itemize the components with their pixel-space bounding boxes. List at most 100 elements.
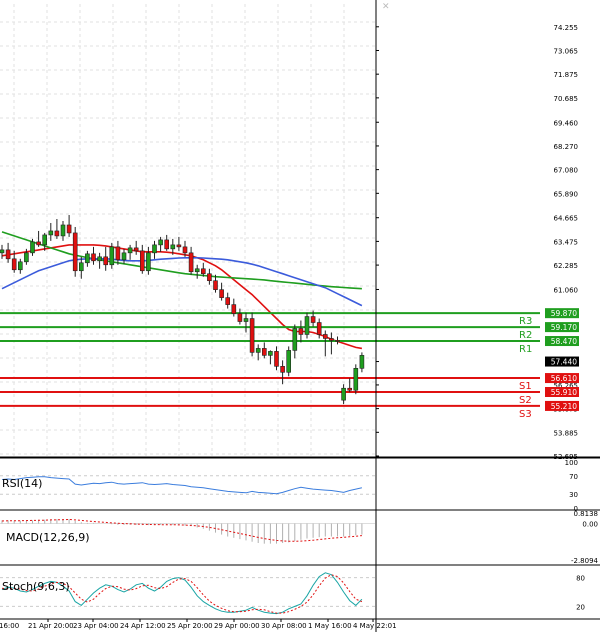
candle-body bbox=[0, 249, 5, 254]
candle-body bbox=[133, 247, 139, 252]
rsi-title: RSI(14) bbox=[2, 477, 42, 490]
candle-body bbox=[170, 244, 176, 250]
candle-body bbox=[353, 368, 359, 391]
level-price-tag-label: 55.210 bbox=[551, 402, 577, 411]
price-tick-label: 62.285 bbox=[554, 262, 579, 270]
time-tick-label: 30 Apr 08:00 bbox=[261, 622, 307, 630]
chart-canvas: R3R2R1S1S2S3 RSI(14)10070300MACD(12,26,9… bbox=[0, 0, 600, 632]
candle-body bbox=[42, 234, 48, 246]
candle-body bbox=[152, 244, 157, 254]
candle-body bbox=[188, 252, 194, 273]
candle-body bbox=[121, 252, 127, 261]
close-icon[interactable]: ✕ bbox=[382, 2, 390, 12]
candle-body bbox=[85, 253, 90, 264]
candle-body bbox=[207, 273, 212, 282]
level-name-label: R1 bbox=[519, 344, 532, 355]
level-price-tag-label: 56.610 bbox=[551, 374, 577, 383]
rsi-tick-label: 70 bbox=[569, 473, 578, 481]
candle-body bbox=[280, 366, 285, 373]
candle-body bbox=[97, 256, 102, 262]
candle-body bbox=[341, 387, 346, 401]
candle-body bbox=[182, 246, 188, 254]
candle-body bbox=[164, 239, 169, 250]
macd-tick-label: 0.00 bbox=[582, 521, 598, 529]
candle-body bbox=[292, 328, 298, 351]
candle-body bbox=[316, 322, 322, 335]
candle-body bbox=[66, 224, 72, 234]
current-price-label: 57.440 bbox=[551, 358, 577, 367]
candle-body bbox=[219, 289, 224, 298]
candle-body bbox=[115, 246, 121, 261]
candle-body bbox=[213, 280, 218, 290]
candle-body bbox=[231, 304, 237, 314]
level-price-tag-label: 58.470 bbox=[551, 337, 577, 346]
time-tick-label: 7 Apr 16:00 bbox=[0, 622, 19, 630]
price-tick-label: 64.665 bbox=[554, 215, 579, 223]
candle-body bbox=[11, 258, 17, 271]
level-name-label: R3 bbox=[519, 316, 532, 327]
candle-body bbox=[243, 318, 249, 322]
candle-body bbox=[237, 313, 243, 322]
candle-body bbox=[30, 241, 35, 254]
price-tick-label: 67.080 bbox=[554, 167, 579, 175]
time-tick-label: 21 Apr 20:00 bbox=[28, 622, 74, 630]
trading-chart: R3 R2 R1 S1 S2 S3 RSI(14) 100 70 30 0 MACD(12,26,9… bbox=[0, 0, 600, 632]
candle-body bbox=[17, 261, 23, 271]
macd-title: MACD(12,26,9) bbox=[6, 531, 90, 544]
stoch-tick-label: 80 bbox=[576, 575, 585, 583]
rsi-tick-label: 30 bbox=[569, 491, 578, 499]
candle-body bbox=[5, 249, 11, 260]
candle-body bbox=[194, 268, 200, 273]
candle-body bbox=[335, 340, 340, 342]
candle-body bbox=[329, 338, 334, 341]
candle-body bbox=[274, 351, 279, 367]
candle-body bbox=[72, 232, 78, 272]
level-name-label: S2 bbox=[519, 395, 532, 406]
candle-body bbox=[255, 348, 261, 353]
candle-body bbox=[109, 246, 115, 266]
price-tick-label: 53.885 bbox=[554, 429, 579, 437]
candle-body bbox=[158, 239, 163, 246]
candle-body bbox=[79, 262, 84, 272]
stoch-title: Stoch(9,6,3) bbox=[2, 580, 70, 593]
candle-body bbox=[127, 247, 133, 254]
candle-body bbox=[48, 230, 54, 236]
chart-background bbox=[0, 0, 600, 632]
price-tick-label: 69.460 bbox=[554, 119, 579, 127]
price-tick-label: 73.065 bbox=[554, 47, 579, 55]
time-tick-label: 23 Apr 04:00 bbox=[73, 622, 119, 630]
stoch-tick-label: 20 bbox=[576, 603, 585, 611]
candle-body bbox=[225, 297, 230, 305]
candle-body bbox=[24, 252, 29, 263]
candle-body bbox=[268, 351, 273, 356]
price-tick-label: 68.270 bbox=[554, 143, 579, 151]
candle-body bbox=[146, 252, 151, 272]
time-tick-label: 1 May 16:00 bbox=[308, 622, 352, 630]
macd-tick-label: -2.8094 bbox=[571, 557, 599, 565]
candle-body bbox=[91, 253, 96, 262]
candle-body bbox=[359, 355, 365, 369]
candle-body bbox=[322, 334, 328, 339]
candle-body bbox=[201, 268, 206, 275]
price-tick-label: 70.685 bbox=[554, 95, 579, 103]
candle-body bbox=[310, 316, 316, 323]
candle-body bbox=[249, 318, 255, 353]
macd-tick-label: 0.8138 bbox=[574, 510, 599, 518]
level-name-label: S3 bbox=[519, 409, 532, 420]
candle-body bbox=[54, 230, 60, 237]
price-tick-label: 65.890 bbox=[554, 190, 579, 198]
candle-body bbox=[304, 316, 310, 335]
level-price-tag-label: 59.170 bbox=[551, 323, 577, 332]
price-tick-label: 71.875 bbox=[554, 71, 579, 79]
candle-body bbox=[60, 224, 66, 237]
level-name-label: R2 bbox=[519, 330, 532, 341]
time-tick-label: 25 Apr 20:00 bbox=[167, 622, 213, 630]
time-tick-label: 29 Apr 00:00 bbox=[214, 622, 260, 630]
candle-body bbox=[36, 241, 41, 246]
candle-body bbox=[298, 328, 304, 335]
candle-body bbox=[103, 256, 108, 266]
candle-body bbox=[286, 350, 292, 373]
price-tick-label: 63.475 bbox=[554, 238, 579, 246]
price-tick-label: 61.060 bbox=[554, 286, 579, 294]
time-tick-label: 4 May 22:01 bbox=[353, 622, 397, 630]
